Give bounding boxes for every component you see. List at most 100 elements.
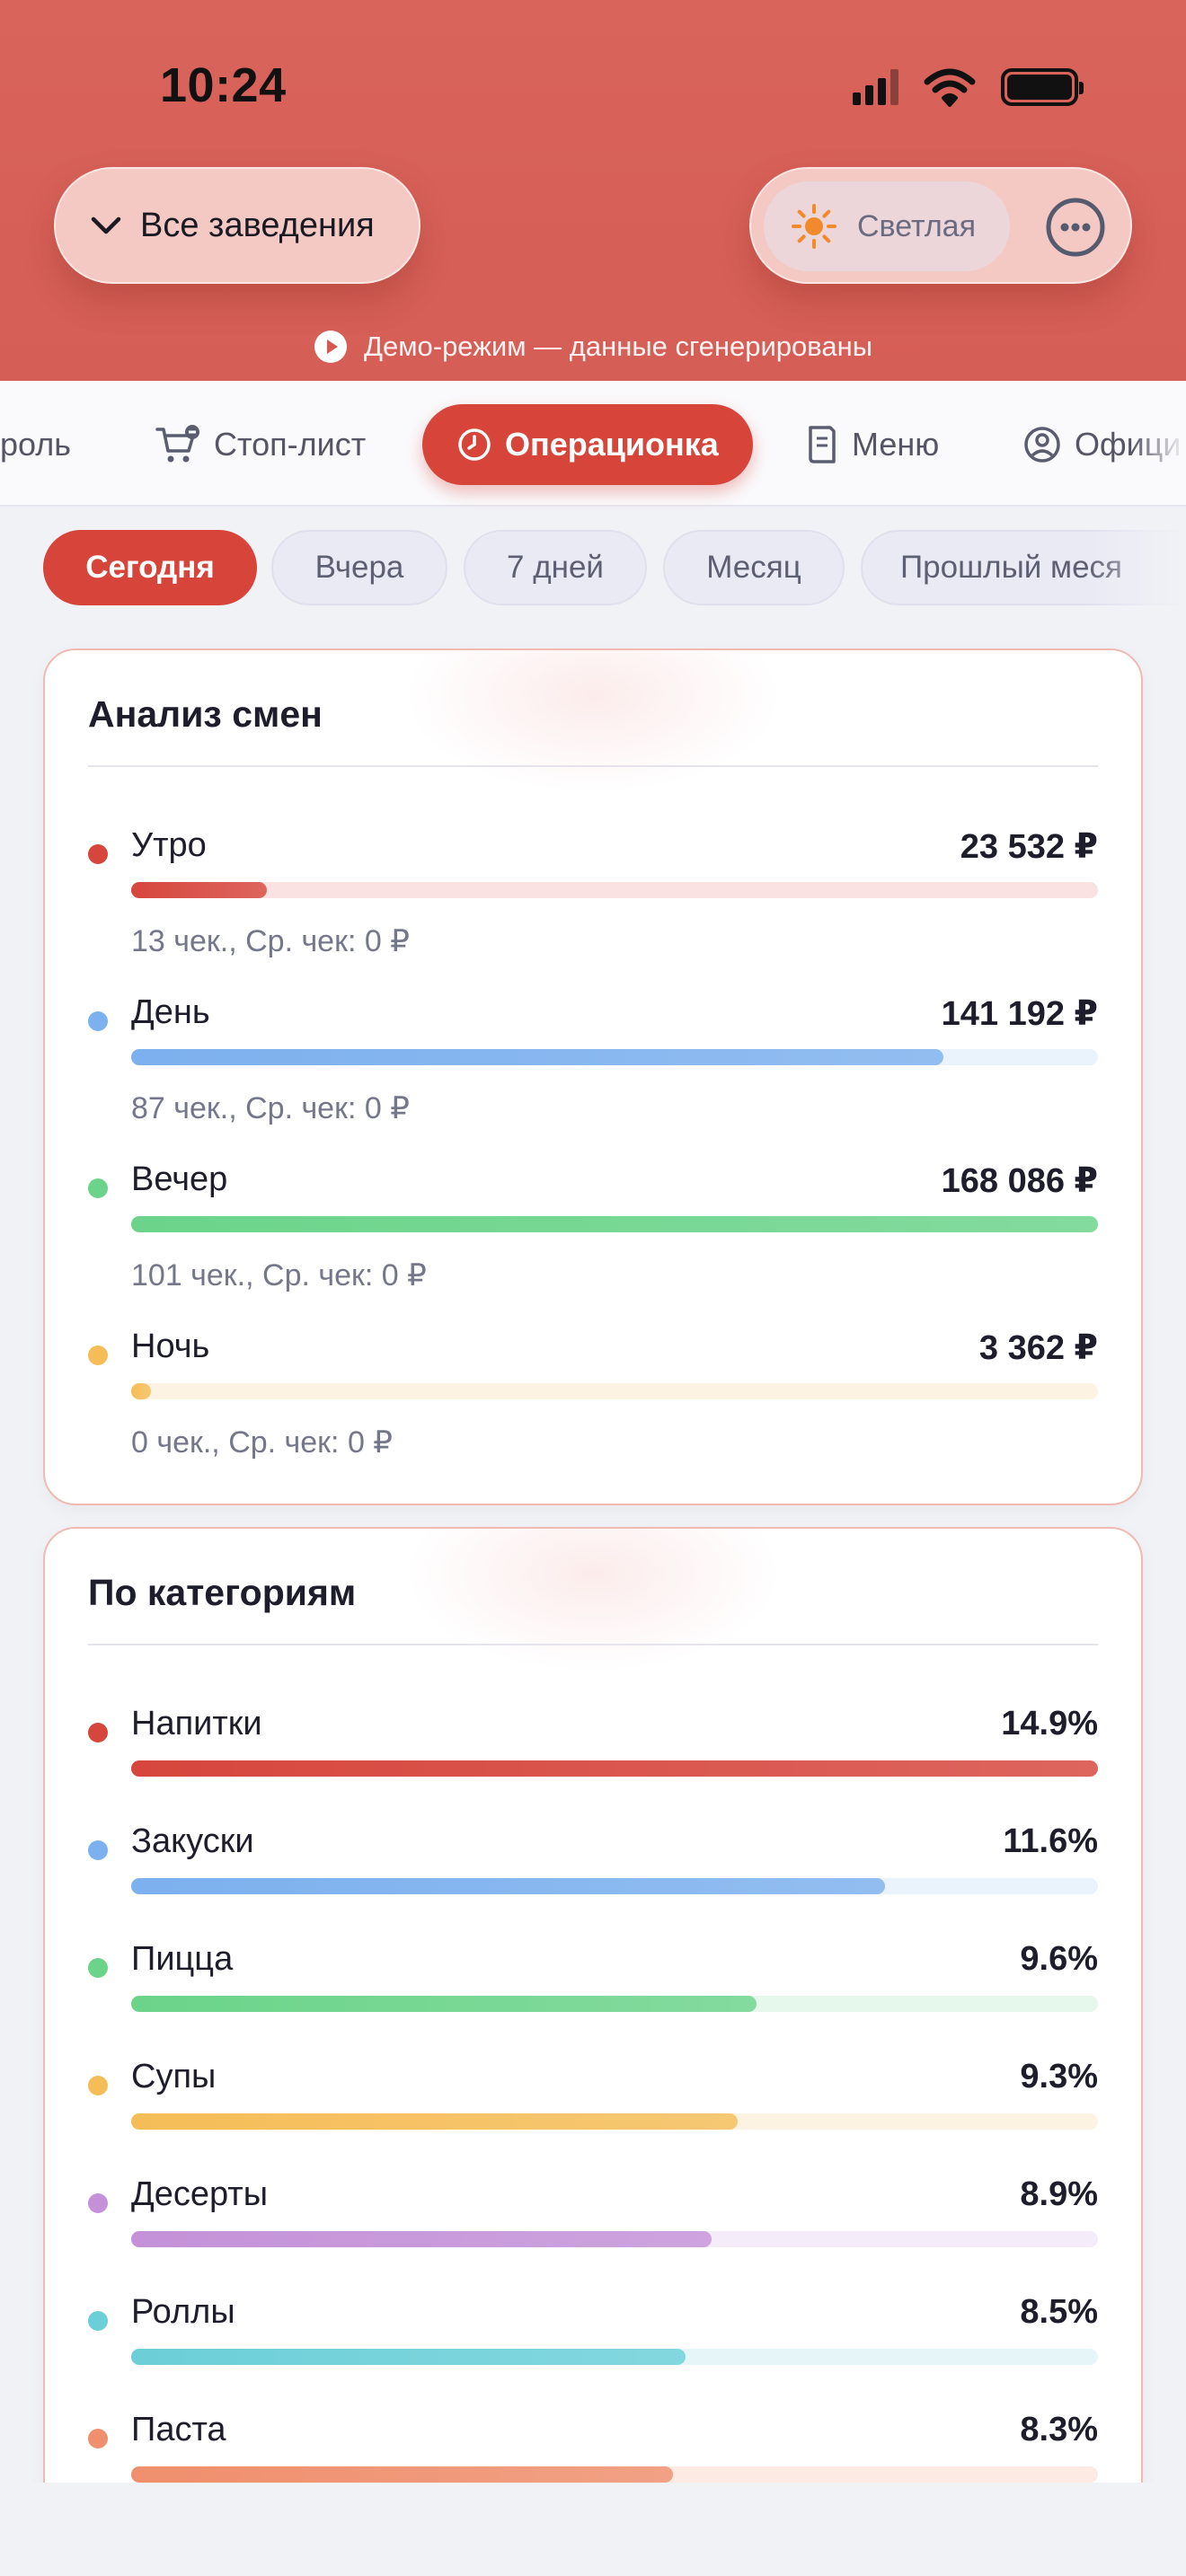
progress-track (131, 1996, 1098, 2012)
venues-selector-button[interactable]: Все заведения (54, 167, 420, 284)
clock-icon (458, 428, 491, 461)
row-name: Паста (131, 2411, 226, 2448)
tab-menu[interactable]: Меню (805, 404, 939, 485)
progress-bar (131, 2349, 686, 2365)
row-name: Утро (131, 826, 207, 864)
row-value: 23 532 ₽ (960, 828, 1098, 866)
legend-dot (88, 1345, 108, 1365)
battery-icon (1001, 68, 1084, 106)
categories-card: По категориям Напитки 14.9% Закуски 11.6% Пи… (43, 1527, 1143, 2533)
shift-row: День 141 192 ₽ 87 чек., Ср. чек: 0 ₽ (88, 993, 1098, 1130)
progress-bar (131, 1878, 886, 1894)
sun-icon (792, 204, 836, 249)
progress-bar (131, 1216, 1098, 1232)
category-row: Пицца 9.6% (88, 1940, 1098, 2012)
demo-mode-note: Демо-режим — данные сгенерированы (0, 323, 1186, 370)
category-row: Напитки 14.9% (88, 1705, 1098, 1777)
legend-dot (88, 2193, 108, 2213)
status-time: 10:24 (160, 58, 287, 112)
wifi-icon (924, 68, 976, 107)
row-value: 8.9% (1020, 2175, 1098, 2213)
tab-label: Операционка (505, 426, 719, 463)
legend-dot (88, 2429, 108, 2448)
row-subtext: 0 чек., Ср. чек: 0 ₽ (131, 1425, 393, 1460)
row-name: Роллы (131, 2293, 235, 2331)
menu-book-icon (809, 426, 836, 463)
progress-track (131, 1878, 1098, 1894)
card-title: Анализ смен (88, 693, 323, 735)
progress-track (131, 2466, 1098, 2483)
row-name: Закуски (131, 1822, 254, 1860)
legend-dot (88, 2311, 108, 2331)
divider (88, 765, 1098, 767)
row-value: 14.9% (1001, 1705, 1098, 1742)
row-value: 11.6% (1003, 1822, 1098, 1860)
divider (88, 1644, 1098, 1645)
cellular-signal-icon (853, 69, 898, 105)
row-subtext: 101 чек., Ср. чек: 0 ₽ (131, 1258, 427, 1292)
progress-track (131, 1216, 1098, 1232)
cart-stop-icon (155, 425, 199, 463)
progress-bar (131, 1049, 943, 1065)
legend-dot (88, 1178, 108, 1198)
period-chip-7days[interactable]: 7 дней (464, 530, 647, 605)
legend-dot (88, 1011, 108, 1031)
row-name: Пицца (131, 1940, 234, 1978)
row-value: 168 086 ₽ (941, 1162, 1098, 1200)
row-name: Напитки (131, 1705, 262, 1742)
period-chip-yesterday[interactable]: Вчера (271, 530, 447, 605)
status-icons (853, 65, 1084, 110)
tab-control[interactable]: роль (0, 404, 71, 485)
progress-bar (131, 2113, 738, 2130)
progress-bar (131, 2466, 673, 2483)
card-title: По категориям (88, 1572, 357, 1613)
row-name: День (131, 993, 210, 1031)
user-circle-icon (1024, 427, 1060, 463)
play-circle-icon (314, 331, 347, 363)
legend-dot (88, 2076, 108, 2095)
progress-bar (131, 1996, 757, 2012)
category-row: Супы 9.3% (88, 2058, 1098, 2130)
period-chip-month[interactable]: Месяц (663, 530, 845, 605)
row-name: Ночь (131, 1328, 210, 1365)
row-name: Вечер (131, 1160, 228, 1198)
row-value: 3 362 ₽ (978, 1329, 1098, 1367)
venues-label: Все заведения (140, 206, 375, 244)
legend-dot (88, 1958, 108, 1978)
progress-bar (131, 882, 267, 898)
shift-row: Вечер 168 086 ₽ 101 чек., Ср. чек: 0 ₽ (88, 1160, 1098, 1297)
tab-label: Меню (852, 426, 940, 463)
progress-track (131, 1383, 1098, 1399)
progress-bar (131, 2231, 712, 2247)
shift-analysis-card: Анализ смен Утро 23 532 ₽ 13 чек., Ср. чек… (43, 648, 1143, 1505)
tab-stop-list[interactable]: Стоп-лист (155, 404, 366, 485)
row-name: Супы (131, 2058, 217, 2095)
period-filter: Сегодня Вчера 7 дней Месяц Прошлый меся (0, 526, 1186, 607)
progress-track (131, 2231, 1098, 2247)
tab-label: роль (0, 426, 72, 463)
category-row: Десерты 8.9% (88, 2175, 1098, 2247)
theme-toggle[interactable]: Светлая (764, 181, 1010, 271)
demo-mode-text: Демо-режим — данные сгенерированы (363, 331, 873, 362)
row-value: 8.3% (1020, 2411, 1098, 2448)
chevron-down-icon (91, 216, 121, 234)
row-name: Десерты (131, 2175, 269, 2213)
more-options-icon[interactable] (1044, 196, 1107, 259)
category-row: Роллы 8.5% (88, 2293, 1098, 2365)
progress-bar (131, 1760, 1098, 1777)
progress-track (131, 2349, 1098, 2365)
tab-label: Стоп-лист (214, 426, 367, 463)
legend-dot (88, 844, 108, 864)
section-tabs: роль Стоп-лист Операционка Меню Офици (0, 381, 1186, 507)
row-value: 8.5% (1020, 2293, 1098, 2331)
theme-label: Светлая (857, 208, 976, 243)
shift-row: Утро 23 532 ₽ 13 чек., Ср. чек: 0 ₽ (88, 826, 1098, 963)
tab-operations[interactable]: Операционка (422, 404, 753, 485)
progress-track (131, 1760, 1098, 1777)
row-value: 9.3% (1020, 2058, 1098, 2095)
period-chip-today[interactable]: Сегодня (43, 530, 257, 605)
row-value: 141 192 ₽ (941, 995, 1098, 1033)
row-subtext: 13 чек., Ср. чек: 0 ₽ (131, 924, 410, 958)
legend-dot (88, 1840, 108, 1860)
row-subtext: 87 чек., Ср. чек: 0 ₽ (131, 1091, 410, 1125)
